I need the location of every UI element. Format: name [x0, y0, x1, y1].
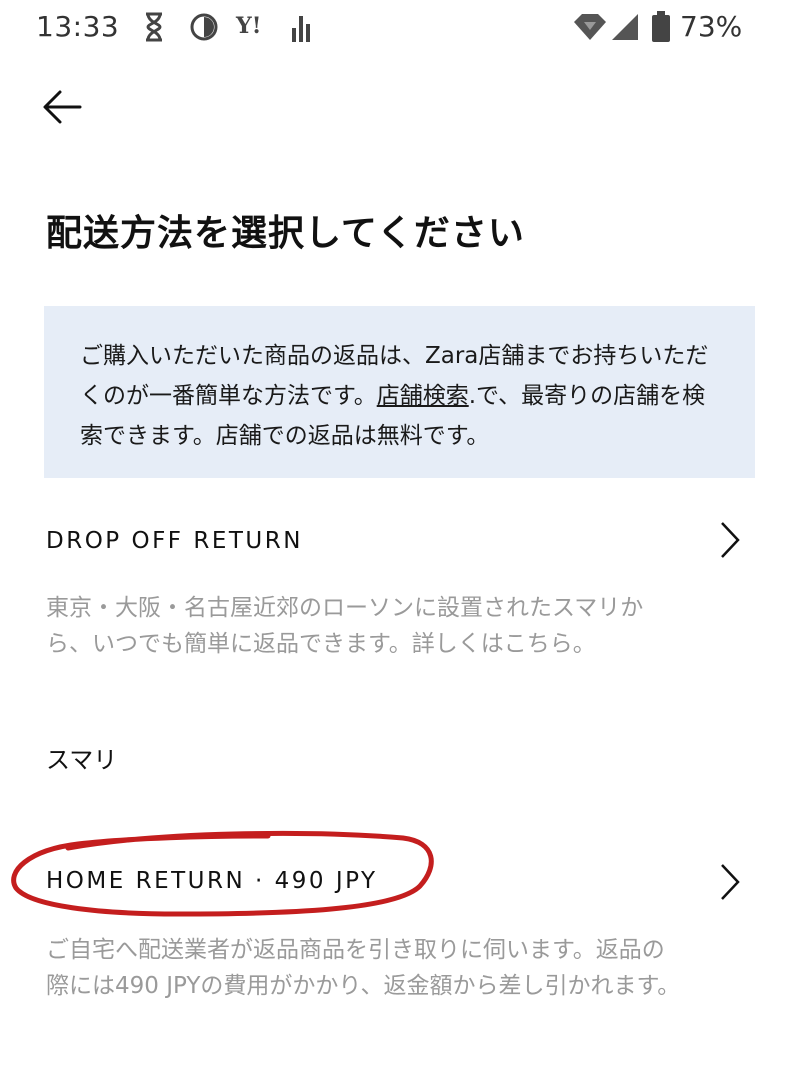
status-time: 13:33 [36, 10, 120, 43]
chevron-right-icon[interactable] [716, 862, 744, 902]
page-title: 配送方法を選択してください [46, 213, 525, 254]
battery-percent: 73% [680, 10, 743, 43]
sumari-label: スマリ [46, 746, 118, 774]
back-button[interactable] [36, 80, 90, 134]
store-search-link[interactable]: 店舗検索 [377, 383, 469, 409]
cell-signal-icon [610, 10, 640, 44]
option-desc-drop-off: 東京・大阪・名古屋近郊のローソンに設置されたスマリから、いつでも簡単に返品できま… [46, 595, 644, 657]
wifi-icon [572, 10, 608, 44]
hourglass-icon [142, 10, 166, 44]
info-box: ご購入いただいた商品の返品は、Zara店舗までお持ちいただくのが一番簡単な方法で… [44, 306, 755, 478]
status-bar: 13:33 Y! 73% [0, 0, 800, 56]
option-title-home-return: HOME RETURN · 490 JPY [46, 868, 378, 894]
option-desc-home-return: ご自宅へ配送業者が返品商品を引き取りに伺います。返品の際には490 JPYの費用… [46, 937, 681, 999]
yahoo-icon: Y! [236, 13, 262, 39]
battery-icon [650, 10, 672, 44]
info-text: ご購入いただいた商品の返品は、Zara店舗までお持ちいただくのが一番簡単な方法で… [80, 336, 727, 456]
option-title-drop-off: DROP OFF RETURN [46, 528, 303, 554]
dnd-icon [188, 10, 220, 44]
chevron-right-icon[interactable] [716, 520, 744, 560]
signal-bars-icon [290, 10, 314, 44]
arrow-left-icon [43, 90, 82, 124]
